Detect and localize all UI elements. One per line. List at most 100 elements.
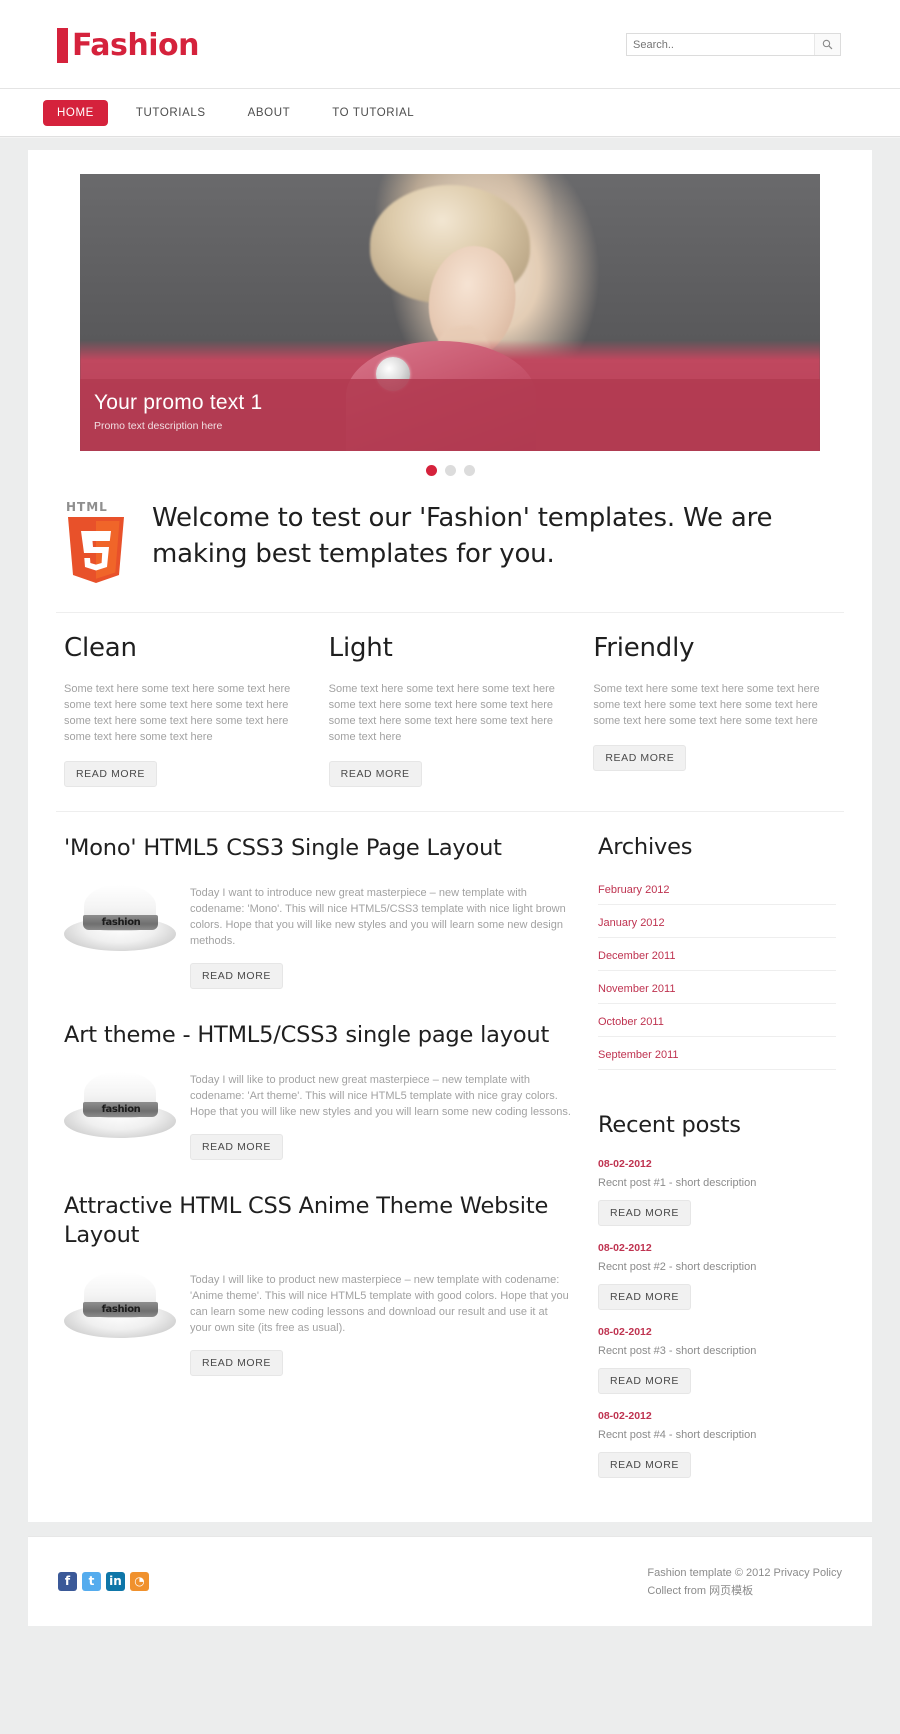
- recent-posts-title: Recent posts: [598, 1112, 741, 1138]
- search-icon: [822, 39, 833, 50]
- promo-title: Your promo text 1: [94, 391, 263, 414]
- archive-link[interactable]: December 2011: [598, 950, 675, 962]
- feature-text: Some text here some text here some text …: [593, 683, 820, 727]
- feature-text: Some text here some text here some text …: [328, 683, 555, 743]
- slider-pagination: [80, 465, 820, 476]
- privacy-policy-link[interactable]: Privacy Policy: [774, 1567, 842, 1579]
- recent-post-item: 08-02-2012 Recnt post #4 - short descrip…: [598, 1410, 836, 1478]
- archives-title: Archives: [598, 834, 693, 860]
- feature-read-more-button[interactable]: READ MORE: [328, 761, 422, 787]
- page-bottom-padding: [0, 1626, 900, 1652]
- sidebar-column: Archives February 2012 January 2012 Dece…: [598, 834, 836, 1494]
- archive-link[interactable]: November 2011: [598, 983, 675, 995]
- recent-post-read-more-button[interactable]: READ MORE: [598, 1284, 691, 1310]
- content-columns: 'Mono' HTML5 CSS3 Single Page Layout fas…: [56, 812, 844, 1494]
- list-item: October 2011: [598, 1012, 836, 1037]
- recent-post-item: 08-02-2012 Recnt post #2 - short descrip…: [598, 1242, 836, 1310]
- recent-post-item: 08-02-2012 Recnt post #1 - short descrip…: [598, 1158, 836, 1226]
- recent-post-date: 08-02-2012: [598, 1242, 652, 1254]
- facebook-icon[interactable]: f: [58, 1572, 77, 1591]
- welcome-heading: Welcome to test our 'Fashion' templates.…: [152, 503, 773, 569]
- feature-light: Light Some text here some text here some…: [328, 633, 572, 787]
- nav-list: HOME TUTORIALS ABOUT TO TUTORIAL: [28, 89, 872, 137]
- feature-read-more-button[interactable]: READ MORE: [64, 761, 157, 787]
- list-item: November 2011: [598, 979, 836, 1004]
- post-text-wrap: Today I want to introduce new great mast…: [190, 881, 572, 989]
- post-title[interactable]: 'Mono' HTML5 CSS3 Single Page Layout: [64, 834, 572, 863]
- archives-list: February 2012 January 2012 December 2011…: [598, 880, 836, 1070]
- post-read-more-button[interactable]: READ MORE: [190, 1134, 283, 1160]
- recent-post-desc: Recnt post #2 - short description: [598, 1261, 757, 1273]
- feature-read-more-button[interactable]: READ MORE: [593, 745, 687, 771]
- recent-post-date: 08-02-2012: [598, 1326, 652, 1338]
- twitter-icon[interactable]: t: [82, 1572, 101, 1591]
- main-content-card: Your promo text 1 Promo text description…: [28, 150, 872, 1522]
- list-item: December 2011: [598, 946, 836, 971]
- hero-slider[interactable]: Your promo text 1 Promo text description…: [80, 174, 820, 451]
- list-item: January 2012: [598, 913, 836, 938]
- slider-dot-1[interactable]: [425, 465, 437, 476]
- nav-item-home[interactable]: HOME: [43, 100, 108, 126]
- footer-credits: Fashion template © 2012 Privacy Policy C…: [647, 1564, 842, 1600]
- recent-post-desc: Recnt post #3 - short description: [598, 1345, 757, 1357]
- footer-collect-label: Collect from: [647, 1584, 710, 1597]
- post-excerpt: Today I will like to product new masterp…: [190, 1274, 569, 1334]
- nav-item-about[interactable]: ABOUT: [234, 100, 305, 126]
- hat-band-text: fashion: [101, 1104, 141, 1115]
- post-body: fashion Today I will like to product new…: [64, 1268, 572, 1376]
- template-source-link[interactable]: 网页模板: [709, 1585, 753, 1597]
- post-thumbnail-hat-image: fashion: [64, 1268, 176, 1346]
- feature-title: Light: [328, 633, 393, 663]
- hat-band-text: fashion: [101, 1304, 141, 1315]
- social-links: f t in ◔: [58, 1572, 149, 1591]
- feature-friendly: Friendly Some text here some text here s…: [593, 633, 836, 787]
- footer-copyright: Fashion template © 2012: [647, 1566, 774, 1579]
- welcome-section: HTML Welcome to test our 'Fashion' templ…: [56, 476, 844, 613]
- blog-post: Attractive HTML CSS Anime Theme Website …: [64, 1192, 572, 1376]
- archive-link[interactable]: September 2011: [598, 1049, 679, 1061]
- nav-item-to-tutorial[interactable]: TO TUTORIAL: [318, 100, 428, 126]
- html5-shield-icon: [68, 517, 124, 583]
- post-title[interactable]: Attractive HTML CSS Anime Theme Website …: [64, 1192, 572, 1250]
- post-excerpt: Today I will like to product new great m…: [190, 1074, 571, 1118]
- site-logo[interactable]: Fashion: [57, 28, 199, 63]
- archive-link[interactable]: January 2012: [598, 917, 665, 929]
- list-item: February 2012: [598, 880, 836, 905]
- feature-clean: Clean Some text here some text here some…: [64, 633, 307, 787]
- post-thumbnail-hat-image: fashion: [64, 1068, 176, 1146]
- linkedin-icon[interactable]: in: [106, 1572, 125, 1591]
- feature-title: Friendly: [593, 633, 695, 663]
- post-title[interactable]: Art theme - HTML5/CSS3 single page layou…: [64, 1021, 572, 1050]
- slider-dot-3[interactable]: [463, 465, 475, 476]
- blog-post: 'Mono' HTML5 CSS3 Single Page Layout fas…: [64, 834, 572, 989]
- recent-post-read-more-button[interactable]: READ MORE: [598, 1200, 691, 1226]
- archive-link[interactable]: October 2011: [598, 1016, 664, 1028]
- html5-logo-icon: HTML: [64, 500, 130, 586]
- archive-link[interactable]: February 2012: [598, 884, 670, 896]
- footer-line-2: Collect from 网页模板: [647, 1582, 842, 1600]
- slider-dot-2[interactable]: [444, 465, 456, 476]
- hat-band-text: fashion: [101, 917, 141, 928]
- html5-logo-word: HTML: [66, 500, 108, 514]
- search-input[interactable]: [627, 34, 814, 55]
- recent-post-desc: Recnt post #4 - short description: [598, 1429, 757, 1441]
- recent-post-item: 08-02-2012 Recnt post #3 - short descrip…: [598, 1326, 836, 1394]
- recent-post-date: 08-02-2012: [598, 1410, 652, 1422]
- blog-column: 'Mono' HTML5 CSS3 Single Page Layout fas…: [64, 834, 572, 1494]
- recent-post-read-more-button[interactable]: READ MORE: [598, 1452, 691, 1478]
- post-read-more-button[interactable]: READ MORE: [190, 963, 283, 989]
- main-navigation: HOME TUTORIALS ABOUT TO TUTORIAL: [0, 89, 900, 137]
- recent-post-desc: Recnt post #1 - short description: [598, 1177, 757, 1189]
- features-section: Clean Some text here some text here some…: [56, 613, 844, 812]
- promo-subtitle: Promo text description here: [94, 420, 223, 432]
- promo-caption: Your promo text 1 Promo text description…: [80, 379, 820, 451]
- site-footer: f t in ◔ Fashion template © 2012 Privacy…: [28, 1536, 872, 1626]
- search-button[interactable]: [814, 34, 840, 55]
- post-body: fashion Today I want to introduce new gr…: [64, 881, 572, 989]
- search-box[interactable]: [626, 33, 841, 56]
- rss-icon[interactable]: ◔: [130, 1572, 149, 1591]
- nav-item-tutorials[interactable]: TUTORIALS: [122, 100, 220, 126]
- post-read-more-button[interactable]: READ MORE: [190, 1350, 283, 1376]
- recent-post-date: 08-02-2012: [598, 1158, 652, 1170]
- recent-post-read-more-button[interactable]: READ MORE: [598, 1368, 691, 1394]
